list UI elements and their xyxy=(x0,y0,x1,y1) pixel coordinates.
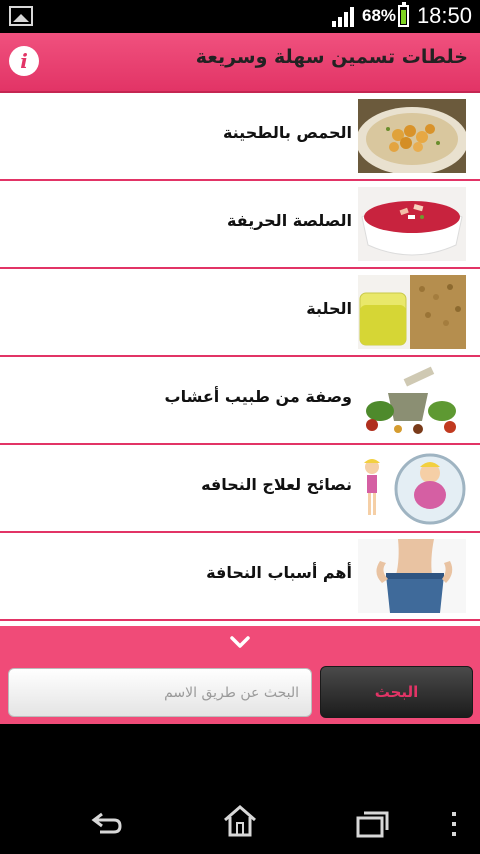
list-item[interactable]: الصلصة الحريفة xyxy=(0,181,480,269)
home-icon[interactable] xyxy=(222,804,258,838)
recipe-list: الحمص بالطحينة الصلصة الحريفة الحلبة وصف… xyxy=(0,93,480,624)
info-icon[interactable]: i xyxy=(9,46,39,76)
list-item[interactable]: نصائح لعلاج النحافه xyxy=(0,445,480,533)
search-button[interactable]: البحث xyxy=(320,666,473,718)
recent-apps-icon[interactable] xyxy=(356,810,390,838)
list-item[interactable]: الحمص بالطحينة xyxy=(0,93,480,181)
hummus-thumbnail xyxy=(358,99,466,173)
list-item-label: الحلبة xyxy=(306,299,352,318)
list-item[interactable]: وصفة من طبيب أعشاب xyxy=(0,357,480,445)
weight-cartoon-thumbnail xyxy=(358,451,466,525)
signal-icon xyxy=(332,7,354,27)
list-item[interactable]: أهم أسباب النحافة xyxy=(0,533,480,621)
herbs-thumbnail xyxy=(358,363,466,437)
thin-waist-thumbnail xyxy=(358,539,466,613)
spicy-sauce-thumbnail xyxy=(358,187,466,261)
overflow-menu-icon[interactable] xyxy=(448,810,460,838)
list-item-label: الصلصة الحريفة xyxy=(226,211,352,230)
chevron-down-icon[interactable] xyxy=(228,634,252,650)
list-item-label: الحمص بالطحينة xyxy=(222,123,352,142)
search-input[interactable] xyxy=(8,668,312,717)
clock: 18:50 xyxy=(416,3,472,28)
status-bar: 68% 18:50 xyxy=(0,0,480,33)
navigation-bar xyxy=(0,724,480,854)
fenugreek-thumbnail xyxy=(358,275,466,349)
list-item-label: أهم أسباب النحافة xyxy=(206,563,352,582)
list-item-label: وصفة من طبيب أعشاب xyxy=(164,387,353,406)
battery-percent: 68% xyxy=(362,6,397,25)
gallery-icon xyxy=(9,6,33,26)
list-item-label: نصائح لعلاج النحافه xyxy=(201,475,352,494)
app-header: i خلطات تسمين سهلة وسريعة xyxy=(0,33,480,93)
page-title: خلطات تسمين سهلة وسريعة xyxy=(195,46,468,68)
list-item[interactable]: الحلبة xyxy=(0,269,480,357)
search-panel: البحث xyxy=(0,626,480,724)
battery-icon xyxy=(398,2,409,27)
back-icon[interactable] xyxy=(88,810,124,836)
